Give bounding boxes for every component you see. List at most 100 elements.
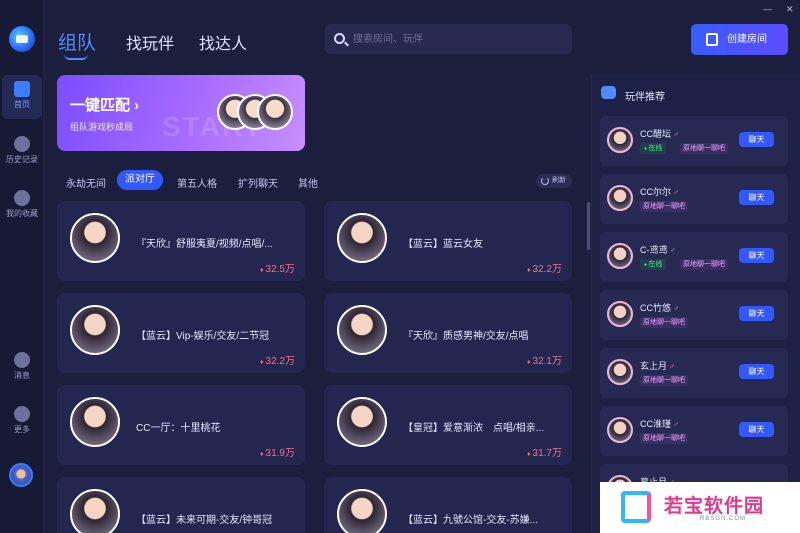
room-card[interactable]: 【蓝云】九號公馆-交友-苏嫌...: [324, 477, 572, 533]
tab-find-expert[interactable]: 找达人: [199, 30, 247, 54]
partner-avatar: [607, 185, 633, 211]
room-heat: 32.5万: [260, 260, 295, 275]
chat-button[interactable]: 聊天: [739, 422, 774, 437]
room-heat: 32.1万: [527, 352, 562, 367]
watermark-logo-icon: [621, 491, 651, 523]
room-name: 『天欣』质感男神/交友/点唱: [403, 331, 529, 342]
subtab-identity-v[interactable]: 第五人格: [177, 175, 217, 190]
partner-tag: 原地聊一聊吧: [640, 433, 688, 444]
partner-avatar: [607, 301, 633, 327]
room-heat: 32.2万: [260, 352, 295, 367]
search-input[interactable]: [353, 31, 563, 47]
room-avatar: [70, 489, 120, 533]
panel-title: 玩伴推荐: [625, 92, 665, 103]
partner-name: CC淮瑾: [640, 417, 679, 430]
room-heat: 32.2万: [527, 260, 562, 275]
room-name: CC一厅：十里桃花: [136, 423, 221, 434]
partner-card[interactable]: C-鸢鸢 在线 原地聊一聊吧 聊天: [600, 232, 788, 282]
room-card[interactable]: 『天欣』舒服夷夏/视频/点唱/... 32.5万: [57, 201, 305, 281]
chat-icon: [14, 352, 30, 368]
room-card[interactable]: 【蓝云】Vip-娱乐/交友/二节冠 32.2万: [57, 293, 305, 373]
gamepad-icon: [601, 86, 616, 99]
room-card[interactable]: 【蓝云】蓝云女友 32.2万: [324, 201, 572, 281]
active-tab-indicator: [64, 54, 88, 60]
minimize-button[interactable]: —: [763, 4, 772, 14]
subtab-party[interactable]: 派对厅: [117, 170, 163, 190]
rail-home[interactable]: 首页: [2, 75, 42, 119]
room-name: 【蓝云】Vip-娱乐/交友/二节冠: [136, 331, 270, 342]
room-name: 【皇冠】爱意渐浓 点唱/相亲...: [403, 423, 545, 434]
online-badge: 在线: [640, 143, 667, 154]
room-avatar: [70, 213, 120, 263]
room-card[interactable]: 『天欣』质感男神/交友/点唱 32.1万: [324, 293, 572, 373]
partner-card[interactable]: CC尔尔 原地聊一聊吧 聊天: [600, 174, 788, 224]
star-icon: [14, 190, 30, 206]
partner-tag: 原地聊一聊吧: [640, 201, 688, 212]
room-card[interactable]: 【蓝云】未来可期-交友/钟哥冠: [57, 477, 305, 533]
partner-card[interactable]: CC醋坛 在线 原地聊一聊吧 聊天: [600, 116, 788, 166]
partner-tag: 原地聊一聊吧: [640, 317, 688, 328]
partner-avatar: [607, 243, 633, 269]
room-avatar: [337, 213, 387, 263]
room-heat: 31.9万: [260, 444, 295, 459]
online-badge: 在线: [640, 259, 667, 270]
room-name: 【蓝云】未来可期-交友/钟哥冠: [136, 515, 273, 526]
chat-button[interactable]: 聊天: [739, 132, 774, 147]
room-card[interactable]: CC一厅：十里桃花 31.9万: [57, 385, 305, 465]
room-avatar: [337, 305, 387, 355]
chat-button[interactable]: 聊天: [739, 248, 774, 263]
rail-favorites-label: 我的收藏: [6, 209, 38, 218]
room-card[interactable]: 【皇冠】爱意渐浓 点唱/相亲... 31.7万: [324, 385, 572, 465]
rail-messages-label: 消息: [14, 371, 30, 380]
partner-card[interactable]: CC淮瑾 原地聊一聊吧 聊天: [600, 406, 788, 456]
partner-tag: 原地聊一聊吧: [640, 375, 688, 386]
site-watermark: 若宝软件园 RBSGN.COM: [600, 482, 800, 533]
subtab-yongjie[interactable]: 永劫无间: [66, 175, 106, 190]
tab-team[interactable]: 组队: [58, 28, 96, 55]
user-avatar[interactable]: [9, 463, 33, 487]
room-avatar: [70, 397, 120, 447]
room-list-scrollbar[interactable]: [587, 202, 590, 250]
banner-avatar: [257, 94, 293, 130]
rail-favorites[interactable]: 我的收藏: [0, 184, 44, 228]
chat-button[interactable]: 聊天: [739, 364, 774, 379]
room-avatar: [70, 305, 120, 355]
partner-avatar: [607, 359, 633, 385]
tab-find-partner[interactable]: 找玩伴: [126, 30, 174, 54]
partner-name: 玄上月: [640, 359, 675, 372]
rail-history[interactable]: 历史记录: [0, 130, 44, 174]
clock-icon: [14, 136, 30, 152]
partner-card[interactable]: CC竹悠 原地聊一聊吧 聊天: [600, 290, 788, 340]
left-rail: 首页 历史记录 我的收藏 消息 更多: [0, 0, 44, 533]
app-logo-icon: [9, 26, 35, 52]
rail-more[interactable]: 更多: [0, 400, 44, 444]
chat-button[interactable]: 聊天: [739, 190, 774, 205]
room-avatar: [337, 397, 387, 447]
partner-card[interactable]: 玄上月 原地聊一聊吧 聊天: [600, 348, 788, 398]
house-icon: [706, 33, 718, 46]
partner-name: C-鸢鸢: [640, 243, 676, 256]
close-button[interactable]: ✕: [786, 4, 794, 15]
partner-name: CC尔尔: [640, 185, 679, 198]
quick-match-banner[interactable]: START 一键匹配 › 组队游戏秒成局: [57, 75, 305, 151]
banner-subtitle: 组队游戏秒成局: [70, 122, 134, 132]
search-box[interactable]: [325, 24, 572, 54]
partner-name: CC醋坛: [640, 127, 679, 140]
create-room-button[interactable]: 创建房间: [691, 24, 788, 55]
partner-avatar: [607, 417, 633, 443]
rail-more-label: 更多: [14, 425, 30, 434]
refresh-button[interactable]: 刷新: [536, 174, 572, 188]
subtab-other[interactable]: 其他: [298, 175, 318, 190]
room-avatar: [337, 489, 387, 533]
room-heat: 31.7万: [527, 444, 562, 459]
partner-tag: 原地聊一聊吧: [680, 143, 728, 154]
rail-messages[interactable]: 消息: [0, 346, 44, 390]
watermark-text: 若宝软件园: [664, 496, 765, 517]
home-icon: [14, 81, 30, 97]
more-icon: [14, 406, 30, 422]
chat-button[interactable]: 聊天: [739, 306, 774, 321]
banner-title: 一键匹配 ›: [70, 97, 140, 114]
subtab-chat[interactable]: 扩列聊天: [238, 175, 278, 190]
partner-avatar: [607, 127, 633, 153]
app-window: 首页 历史记录 我的收藏 消息 更多 组队 找玩伴 找达人 — ✕ 创建房间: [0, 0, 800, 533]
